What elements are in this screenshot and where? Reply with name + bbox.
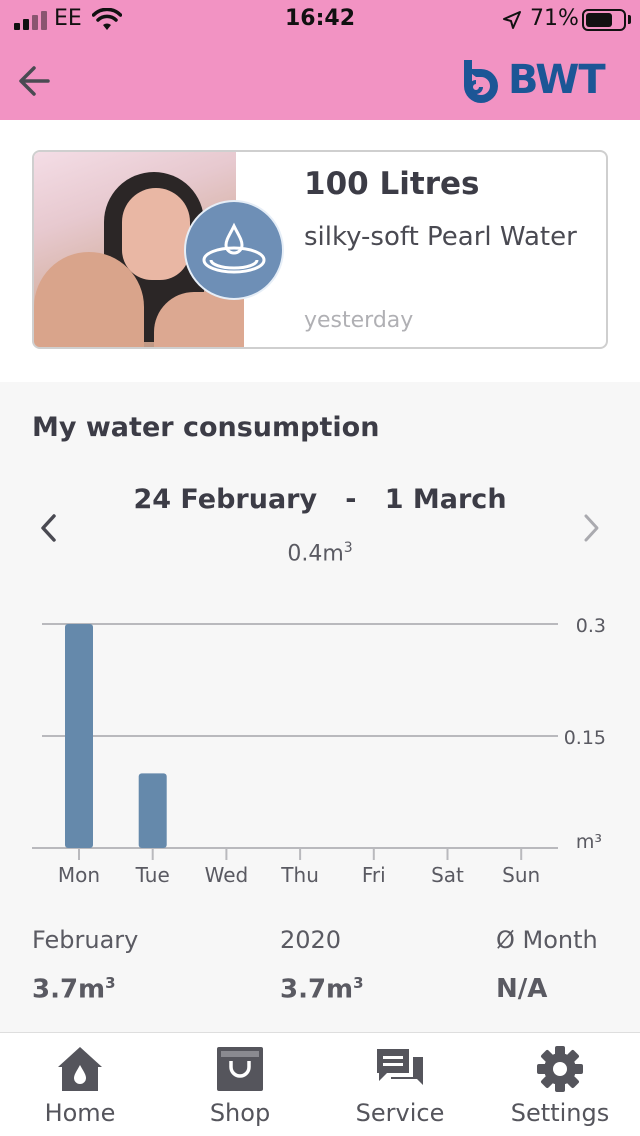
range-end: 1 March — [384, 484, 507, 515]
consumption-chart: 0.3 0.15 m³ Mon Tue Wed Thu Fri Sat Sun — [32, 615, 606, 887]
bwt-logo-icon — [464, 60, 498, 103]
period-total: 0.4m3 — [0, 540, 640, 566]
shopping-bag-icon — [217, 1047, 263, 1091]
home-icon — [58, 1047, 102, 1091]
battery-level — [586, 13, 612, 27]
y-tick-label: 0.15 — [564, 727, 606, 749]
year-value: 3.7m3 — [280, 974, 364, 1005]
bar-tue — [138, 773, 167, 848]
tab-shop[interactable]: Shop — [160, 1033, 320, 1136]
gear-icon — [537, 1046, 583, 1092]
year-value-unit: 3 — [353, 974, 364, 992]
card-title: 100 Litres — [304, 166, 480, 202]
location-arrow-icon — [503, 11, 521, 29]
tab-bar: Home Shop Service Settings — [0, 1032, 640, 1136]
battery-percent: 71% — [530, 6, 579, 31]
avg-label: Ø Month — [496, 926, 598, 954]
x-tick-label: Thu — [280, 863, 319, 887]
notification-area: 100 Litres silky-soft Pearl Water yester… — [0, 120, 640, 382]
month-value-text: 3.7m — [32, 974, 106, 1005]
battery-icon — [582, 9, 626, 31]
bwt-logo-text: BWT — [508, 57, 606, 103]
card-subtitle: silky-soft Pearl Water — [304, 222, 577, 252]
y-tick-label: 0.3 — [576, 615, 606, 637]
month-label: February — [32, 926, 139, 954]
x-tick-label: Fri — [362, 863, 386, 887]
water-card[interactable]: 100 Litres silky-soft Pearl Water yester… — [32, 150, 608, 349]
x-tick-label: Wed — [205, 863, 249, 887]
period-total-unit: 3 — [343, 540, 353, 556]
x-tick-label: Sun — [502, 863, 540, 887]
chat-icon — [377, 1049, 423, 1085]
year-label: 2020 — [280, 926, 342, 954]
tab-settings-label: Settings — [510, 1099, 610, 1127]
date-range: 24 February - 1 March — [0, 484, 640, 515]
tab-settings[interactable]: Settings — [480, 1033, 640, 1136]
status-bar: EE 16:42 71% — [0, 0, 640, 40]
month-value-unit: 3 — [105, 974, 116, 992]
x-tick-label: Sat — [431, 863, 464, 887]
x-tick-label: Mon — [58, 863, 100, 887]
month-value: 3.7m3 — [32, 974, 116, 1005]
water-drop-icon — [184, 200, 284, 300]
tab-home[interactable]: Home — [0, 1033, 160, 1136]
card-timestamp: yesterday — [304, 308, 414, 333]
range-start: 24 February — [133, 484, 318, 515]
tab-service[interactable]: Service — [320, 1033, 480, 1136]
avg-value: N/A — [496, 974, 548, 1004]
bar-mon — [65, 624, 93, 848]
range-separator: - — [345, 484, 357, 515]
section-title: My water consumption — [32, 412, 380, 443]
battery-tip — [628, 15, 631, 24]
x-tick-label: Tue — [135, 863, 170, 887]
y-unit-label: m³ — [576, 831, 602, 853]
tab-shop-label: Shop — [209, 1099, 271, 1127]
tab-service-label: Service — [355, 1099, 445, 1127]
bwt-logo: BWT — [458, 54, 606, 106]
tab-home-label: Home — [44, 1099, 116, 1127]
back-arrow-icon[interactable] — [14, 60, 56, 102]
period-total-value: 0.4m — [287, 541, 344, 567]
app-header: EE 16:42 71% BWT — [0, 0, 640, 120]
year-value-text: 3.7m — [280, 974, 354, 1005]
